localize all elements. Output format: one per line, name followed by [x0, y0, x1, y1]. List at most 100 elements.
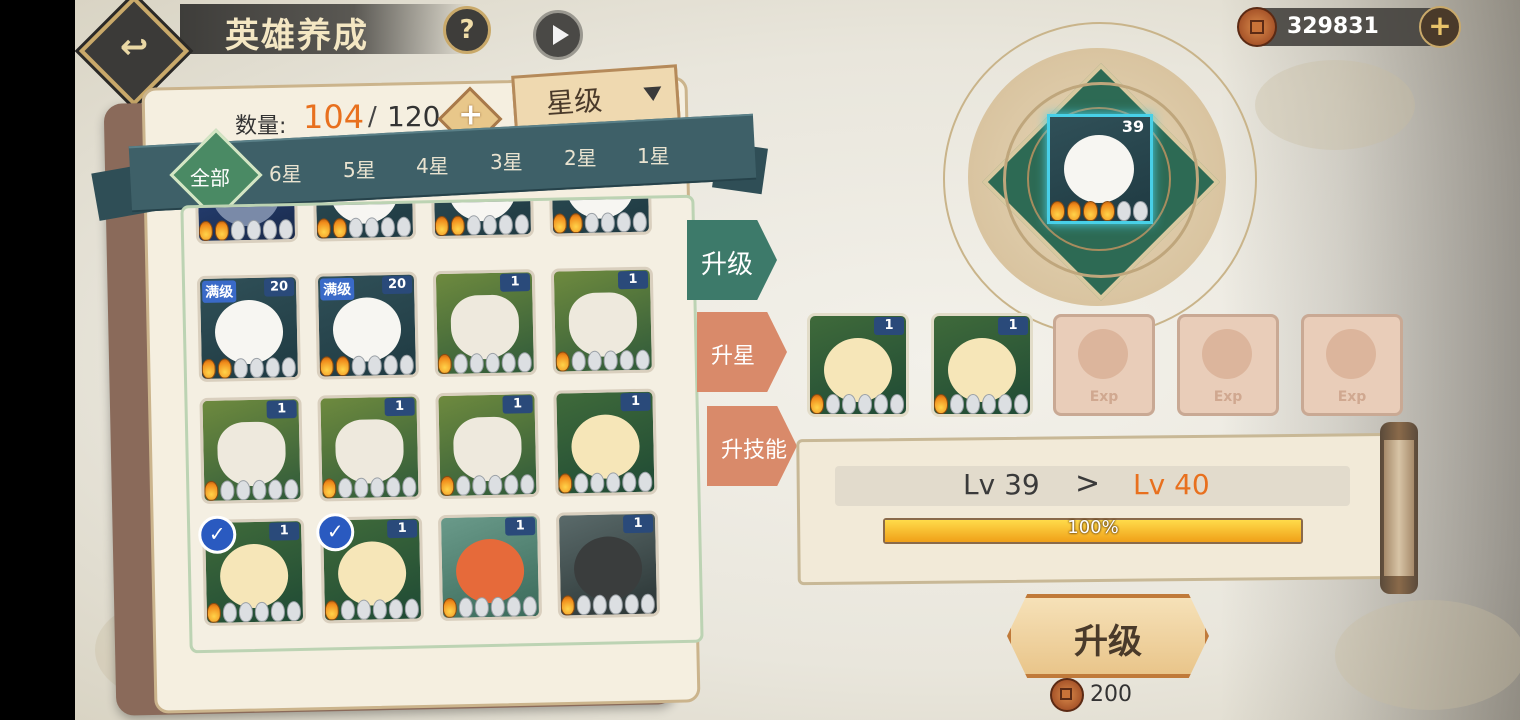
hero-card[interactable]: 1 — [553, 388, 658, 497]
star-empty-icon — [254, 601, 270, 622]
hero-level: 1 — [266, 400, 297, 419]
exp-slot-label: Exp — [1089, 389, 1119, 405]
star-filled-icon — [319, 356, 334, 377]
side-tab[interactable]: 升级 — [687, 220, 777, 300]
help-button[interactable]: ? — [443, 6, 491, 54]
bunny-hero-art — [332, 296, 402, 363]
filter-tab[interactable]: 1星 — [637, 140, 670, 169]
star-empty-icon — [514, 214, 530, 235]
next-level: Lv 40 — [1133, 468, 1210, 501]
star-filled-icon — [934, 394, 948, 414]
star-filled-icon — [450, 215, 466, 236]
star-empty-icon — [236, 480, 251, 501]
bunny-hero-art — [1064, 135, 1134, 203]
star-filled-icon — [560, 595, 576, 616]
add-currency-button[interactable]: + — [1419, 6, 1461, 48]
side-tab[interactable]: 升技能 — [707, 406, 797, 486]
star-empty-icon — [506, 596, 522, 617]
star-empty-icon — [399, 354, 414, 375]
bun-hero-art — [337, 540, 407, 607]
star-empty-icon — [966, 394, 980, 414]
star-empty-icon — [571, 350, 586, 372]
background-cloud — [1335, 600, 1520, 710]
filter-tab[interactable]: 4星 — [416, 150, 449, 179]
play-video-button[interactable] — [533, 10, 583, 60]
star-filled-icon — [322, 478, 337, 499]
star-empty-icon — [386, 476, 401, 498]
side-tab[interactable]: 升星 — [697, 312, 787, 392]
star-empty-icon — [458, 597, 474, 618]
dropdown-arrow-icon — [643, 86, 663, 102]
star-empty-icon — [265, 357, 280, 378]
star-empty-icon — [590, 472, 605, 493]
empty-exp-slot[interactable]: Exp — [1301, 314, 1403, 416]
star-empty-icon — [252, 479, 267, 500]
star-empty-icon — [842, 394, 856, 414]
star-empty-icon — [469, 353, 484, 374]
star-filled-icon — [201, 358, 217, 380]
exp-slot-label: Exp — [1337, 389, 1367, 405]
hero-card[interactable]: 1 — [550, 266, 655, 375]
hero-grid[interactable]: 20 满级 20 满级 1 1 1 1 1 1 1 ✓ 1 ✓ 1 1 — [180, 194, 704, 654]
star-empty-icon — [600, 212, 616, 233]
star-empty-icon — [268, 479, 283, 500]
sage-hero-art — [216, 421, 287, 487]
star-empty-icon — [262, 219, 278, 240]
copper-coin-icon — [1050, 678, 1084, 712]
bunny-hero-art — [214, 299, 284, 365]
star-empty-icon — [982, 394, 996, 414]
star-empty-icon — [380, 216, 396, 238]
filter-tab[interactable]: 3星 — [490, 146, 523, 175]
page-title: 英雄养成 — [225, 16, 369, 56]
upgrade-button[interactable]: 升级 — [1007, 594, 1209, 678]
empty-exp-slot[interactable]: Exp — [1053, 314, 1155, 416]
star-rating — [319, 354, 416, 379]
star-empty-icon — [624, 593, 640, 615]
star-rating — [555, 349, 652, 374]
star-empty-icon — [351, 355, 366, 376]
star-empty-icon — [249, 357, 264, 379]
hero-card[interactable] — [311, 194, 417, 242]
star-empty-icon — [826, 394, 840, 414]
star-empty-icon — [606, 472, 621, 493]
star-empty-icon — [1133, 201, 1149, 221]
hero-card[interactable]: 1 — [199, 395, 304, 505]
filter-tab[interactable]: 2星 — [564, 142, 597, 171]
star-empty-icon — [453, 353, 468, 374]
hero-card[interactable]: 20 满级 — [196, 273, 302, 383]
copper-coin-currency: 329831 + — [1237, 6, 1461, 48]
star-filled-icon — [324, 600, 340, 621]
star-empty-icon — [472, 475, 487, 496]
hero-level: 39 — [1121, 117, 1145, 136]
star-empty-icon — [402, 476, 417, 497]
filter-tab[interactable]: 5星 — [343, 154, 376, 183]
filter-tab[interactable]: 6星 — [269, 158, 302, 187]
bun-hero-art — [948, 338, 1016, 402]
star-filled-icon — [214, 220, 230, 241]
hero-card[interactable] — [429, 194, 535, 240]
hero-silhouette-icon — [1078, 329, 1128, 379]
hero-card[interactable]: 1 — [437, 512, 543, 622]
hero-card[interactable]: 20 满级 — [314, 271, 420, 380]
hero-level: 1 — [502, 395, 533, 414]
filter-tab[interactable]: 全部 — [190, 162, 230, 191]
exp-progress-text: 100% — [1067, 517, 1119, 538]
selected-hero-portrait[interactable]: 39 — [1047, 114, 1153, 224]
hero-level: 20 — [263, 278, 295, 297]
material-hero-card[interactable]: 1 — [931, 313, 1033, 417]
star-empty-icon — [372, 599, 388, 620]
star-filled-icon — [206, 602, 222, 623]
material-hero-card[interactable]: 1 — [807, 313, 909, 417]
bun-hero-art — [219, 543, 289, 609]
hero-card[interactable]: 1 — [432, 269, 537, 378]
current-level: Lv 39 — [963, 468, 1040, 501]
star-empty-icon — [1014, 394, 1028, 414]
hero-card[interactable]: 1 — [317, 393, 422, 502]
star-empty-icon — [574, 472, 589, 494]
hero-card[interactable]: 1 — [435, 390, 540, 500]
empty-exp-slot[interactable]: Exp — [1177, 314, 1279, 416]
star-filled-icon — [555, 351, 570, 372]
hero-card[interactable]: 1 — [555, 510, 661, 619]
star-empty-icon — [388, 598, 404, 620]
hero-card[interactable] — [547, 194, 653, 237]
